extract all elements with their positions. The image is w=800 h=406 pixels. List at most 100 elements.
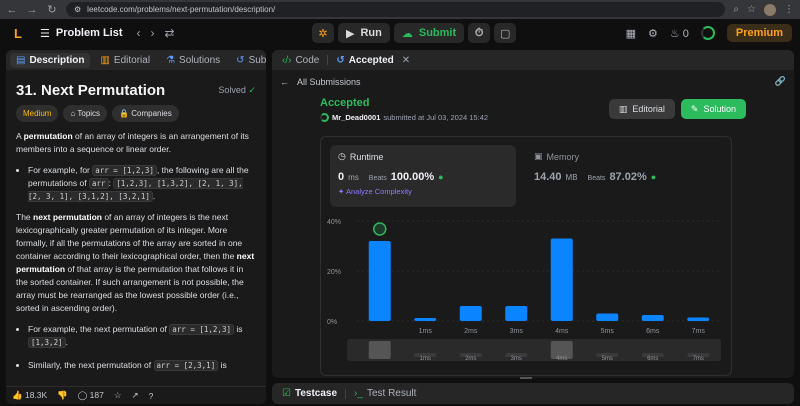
timer-icon[interactable]: ⏱	[468, 23, 491, 43]
text: .	[65, 337, 68, 347]
favorite-star-icon[interactable]: ☆	[114, 390, 122, 401]
tab-editorial-label: Editorial	[113, 54, 151, 66]
minimap-track	[347, 339, 721, 361]
book-icon: ▥	[100, 54, 110, 66]
forward-icon[interactable]: →	[26, 4, 38, 16]
problem-list-button[interactable]: ☰ Problem List	[40, 27, 123, 40]
comment-icon: ◯	[77, 390, 88, 400]
username[interactable]: Mr_Dead0001	[332, 113, 380, 122]
text: For example, the next permutation of	[28, 324, 170, 334]
runtime-distribution-chart[interactable]: 0% 20% 40% 1ms 2ms 3ms 4ms 5ms 6ms 7ms 1ms 2ms 3ms 4m…	[321, 213, 733, 373]
solution-button[interactable]: ✎ Solution	[680, 99, 746, 119]
tab-editorial[interactable]: ▥ Editorial	[94, 53, 156, 68]
memory-unit: MB	[565, 173, 578, 182]
check-circle-icon: ✓	[248, 85, 256, 95]
premium-button[interactable]: Premium	[726, 24, 792, 42]
help-icon[interactable]: ?	[149, 391, 154, 401]
notes-icon[interactable]: ▢	[494, 23, 517, 43]
analyze-label: Analyze Complexity	[345, 187, 412, 196]
shuffle-icon[interactable]: ⇄	[165, 26, 175, 40]
comments-button[interactable]: ◯ 187	[78, 390, 104, 401]
code-icon: ‹/›	[282, 54, 292, 66]
left-tabbar: ▤ Description ▥ Editorial ⚗ Solutions ↺ …	[6, 50, 266, 70]
minimap-tick-label: 2ms	[465, 356, 476, 362]
link-icon[interactable]: 🔗	[775, 76, 786, 87]
submitter-info: Mr_Dead0001 submitted at Jul 03, 2024 15…	[320, 113, 488, 122]
companies-label: Companies	[131, 109, 172, 118]
kebab-menu-icon[interactable]: ⋮	[784, 4, 794, 15]
leetcode-logo[interactable]: L	[10, 25, 26, 41]
submission-panel: ‹/› Code ↺ Accepted ✕ ← All Submissions …	[272, 50, 794, 378]
minimap-tick-label: 5ms	[602, 356, 613, 362]
companies-chip[interactable]: 🔒 Companies	[112, 105, 179, 122]
chart-bar	[596, 313, 619, 321]
problem-title[interactable]: 31. Next Permutation	[16, 83, 165, 98]
document-icon: ▤	[16, 54, 26, 66]
leetcode-badge-icon: ●	[650, 172, 657, 182]
all-submissions-link[interactable]: ← All Submissions	[280, 77, 361, 87]
tab-submissions[interactable]: ↺ Subr	[230, 53, 266, 68]
topics-chip[interactable]: ⌂ Topics	[63, 105, 108, 122]
list-item: Similarly, the next permutation of arr =…	[28, 359, 256, 372]
history-icon: ↺	[336, 54, 345, 66]
prev-problem-icon[interactable]: ‹	[137, 26, 141, 40]
site-info-icon[interactable]: ⚙	[74, 5, 81, 14]
tab-description[interactable]: ▤ Description	[10, 52, 91, 68]
app-topbar: L ☰ Problem List ‹ › ⇄ ✲ ▶ Run ☁ Submit …	[0, 19, 800, 47]
y-tick-label: 20%	[327, 269, 341, 276]
user-avatar[interactable]	[700, 26, 715, 40]
tab-test-result[interactable]: ›_ Test Result	[348, 386, 422, 401]
solved-status: Solved ✓	[218, 84, 256, 97]
editorial-button[interactable]: ▥ Editorial	[608, 99, 675, 119]
sparkle-icon: ✦	[338, 187, 345, 196]
inline-code: [1,3,2]	[28, 337, 66, 348]
inline-code: arr = [1,2,3]	[92, 165, 157, 176]
runtime-card[interactable]: ◷ Runtime 0 ms Beats 100.00% ● ✦ Analyze…	[330, 145, 516, 207]
tab-solutions[interactable]: ⚗ Solutions	[160, 53, 226, 68]
description-paragraph: A permutation of an array of integers is…	[16, 130, 256, 156]
close-tab-icon[interactable]: ✕	[402, 55, 410, 66]
back-icon[interactable]: ←	[6, 4, 18, 16]
profile-avatar[interactable]	[764, 3, 776, 16]
tab-testcase-label: Testcase	[294, 388, 338, 399]
chip-icon: ▣	[534, 151, 543, 161]
tab-code[interactable]: ‹/› Code	[276, 53, 325, 68]
analyze-complexity-link[interactable]: ✦ Analyze Complexity	[338, 187, 508, 196]
vertical-resize-handle[interactable]	[520, 377, 532, 379]
play-icon: ▶	[346, 27, 355, 40]
settings-gear-icon[interactable]: ⚙	[648, 27, 658, 40]
like-button[interactable]: 👍 18.3K	[12, 390, 47, 401]
clock-icon: ◷	[338, 151, 346, 161]
submitted-at: submitted at Jul 03, 2024 15:42	[383, 113, 489, 122]
runtime-beats-label: Beats	[368, 175, 387, 182]
description-panel: ▤ Description ▥ Editorial ⚗ Solutions ↺ …	[6, 50, 266, 404]
streak-counter[interactable]: ♨ 0	[670, 27, 689, 40]
tab-testcase[interactable]: ☑ Testcase	[276, 386, 343, 401]
testcase-panel: ☑ Testcase ›_ Test Result	[272, 383, 794, 404]
share-icon[interactable]: ↗	[131, 390, 138, 401]
performance-stats: ◷ Runtime 0 ms Beats 100.00% ● ✦ Analyze…	[320, 136, 732, 376]
run-button[interactable]: ▶ Run	[338, 23, 390, 43]
minimap-tick-label: 7ms	[693, 356, 704, 362]
tab-accepted[interactable]: ↺ Accepted ✕	[330, 53, 416, 68]
minimap-tick-label: 3ms	[511, 356, 522, 362]
next-problem-icon[interactable]: ›	[151, 26, 155, 40]
right-tabbar: ‹/› Code ↺ Accepted ✕	[272, 50, 794, 70]
minimap-tick-label: 1ms	[420, 356, 431, 362]
flask-icon: ⚗	[166, 54, 176, 66]
streak-count: 0	[682, 27, 689, 40]
chart-bar	[641, 315, 664, 321]
bookmark-star-icon[interactable]: ☆	[747, 4, 756, 15]
memory-card[interactable]: ▣ Memory 14.40 MB Beats 87.02% ●	[526, 145, 716, 207]
tab-code-label: Code	[295, 54, 320, 66]
debug-icon[interactable]: ✲	[312, 23, 334, 43]
list-item: For example, the next permutation of arr…	[28, 323, 256, 349]
layout-grid-icon[interactable]: ▦	[626, 27, 636, 40]
search-icon[interactable]: ⌕	[733, 4, 739, 15]
address-bar[interactable]: ⚙ leetcode.com/problems/next-permutation…	[66, 2, 726, 17]
run-label: Run	[360, 27, 382, 39]
dislike-thumbs-down-icon[interactable]: 👎	[57, 390, 68, 401]
accepted-summary: Accepted Mr_Dead0001 submitted at Jul 03…	[272, 93, 794, 122]
submit-button[interactable]: ☁ Submit	[393, 23, 465, 43]
reload-icon[interactable]: ↻	[46, 3, 58, 16]
